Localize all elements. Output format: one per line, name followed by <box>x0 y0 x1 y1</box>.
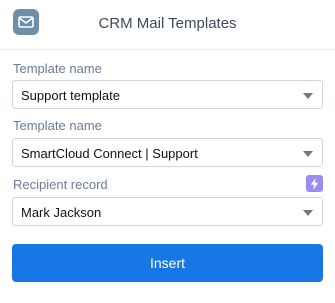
lightning-bolt-icon[interactable] <box>306 175 323 192</box>
template-select-2[interactable]: SmartCloud Connect | Support <box>12 138 323 167</box>
template-select-2-value: SmartCloud Connect | Support <box>21 146 198 161</box>
template-name-label: Template name <box>13 61 102 76</box>
recipient-record-label: Recipient record <box>13 177 108 192</box>
chevron-down-icon <box>303 151 313 157</box>
recipient-select-value: Mark Jackson <box>21 205 102 220</box>
template-name-label-2: Template name <box>13 118 102 133</box>
chevron-down-icon <box>303 93 313 99</box>
template-select-value: Support template <box>21 88 121 103</box>
template-select[interactable]: Support template <box>12 80 323 109</box>
page-title: CRM Mail Templates <box>98 15 237 32</box>
recipient-select[interactable]: Mark Jackson <box>12 197 323 226</box>
header: CRM Mail Templates <box>0 0 335 50</box>
insert-button[interactable]: Insert <box>12 244 323 282</box>
chevron-down-icon <box>303 210 313 216</box>
